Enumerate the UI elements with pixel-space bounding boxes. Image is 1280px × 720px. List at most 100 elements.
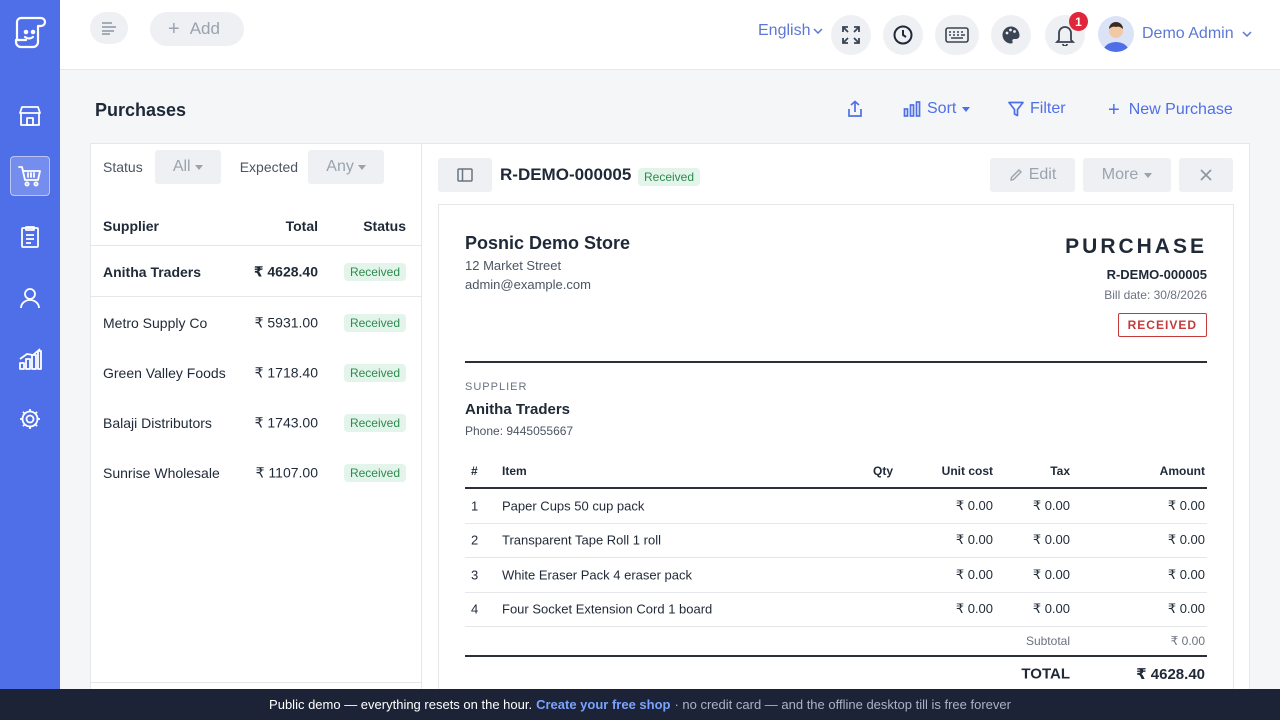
item-unit-cost: ₹ 0.00: [955, 601, 993, 617]
table-row: 4 Four Socket Extension Cord 1 board ₹ 0…: [465, 593, 1207, 627]
list-header: Supplier Total Status: [91, 206, 422, 246]
filter-label: Filter: [1030, 100, 1066, 117]
plus-icon: +: [1108, 99, 1120, 121]
item-number: 1: [471, 498, 479, 514]
item-tax: ₹ 0.00: [1032, 497, 1070, 513]
item-name: White Eraser Pack 4 eraser pack: [502, 567, 693, 583]
purchase-status-badge: Received: [638, 168, 701, 186]
nav-reports-clipboard-icon[interactable]: [10, 217, 50, 257]
clock-icon: [893, 25, 913, 45]
total-label: TOTAL: [1021, 665, 1070, 683]
purchase-detail-panel: R-DEMO-000005 Received Edit More Posnic …: [421, 143, 1250, 694]
banner-tail: · no credit card — and the offline deskt…: [674, 697, 1011, 712]
col-unit-cost-header: Unit cost: [941, 464, 993, 478]
list-item[interactable]: Green Valley Foods ₹ 1718.40 Received: [91, 348, 422, 398]
list-filters: Status All Expected Any: [103, 150, 385, 184]
more-label: More: [1101, 166, 1139, 183]
nav-purchases-cart-icon[interactable]: [10, 156, 50, 196]
banner-text: Public demo — everything resets on the h…: [269, 697, 533, 712]
export-button[interactable]: [847, 100, 863, 118]
purchase-id: R-DEMO-000005: [500, 165, 632, 184]
item-amount: ₹ 0.00: [1167, 566, 1205, 582]
supplier-column-header[interactable]: Supplier: [103, 218, 159, 234]
received-stamp: RECEIVED: [1117, 313, 1207, 337]
purchase-document: Posnic Demo Store 12 Market Street admin…: [438, 204, 1234, 694]
sidebar-toggle-icon: [457, 168, 473, 182]
caret-down-icon: [1144, 172, 1153, 178]
list-item[interactable]: Anitha Traders ₹ 4628.40 Received: [91, 247, 422, 297]
avatar-person-icon: [1103, 22, 1129, 52]
expected-filter-select[interactable]: Any: [308, 150, 385, 184]
more-button[interactable]: More: [1083, 158, 1171, 192]
table-row: 2 Transparent Tape Roll 1 roll ₹ 0.00 ₹ …: [465, 524, 1207, 558]
close-button[interactable]: [1179, 158, 1233, 192]
col-item-header: Item: [502, 464, 527, 478]
user-menu[interactable]: Demo Admin: [1098, 16, 1252, 52]
row-status-badge: Received: [343, 414, 406, 432]
total-value: ₹ 4628.40: [1136, 666, 1205, 683]
item-amount: ₹ 0.00: [1167, 532, 1205, 548]
item-name: Transparent Tape Roll 1 roll: [502, 532, 661, 548]
app-logo-icon[interactable]: [11, 12, 49, 50]
plus-icon: +: [168, 18, 180, 40]
row-supplier: Anitha Traders: [103, 263, 202, 280]
status-column-header[interactable]: Status: [363, 218, 406, 234]
total-row: TOTAL ₹ 4628.40: [465, 657, 1207, 691]
chevron-down-icon: [813, 28, 824, 34]
row-status-badge: Received: [343, 364, 406, 382]
nav-customers-user-icon[interactable]: [10, 278, 50, 318]
notifications-button[interactable]: 1: [1045, 12, 1088, 55]
quick-add-button[interactable]: + Add: [150, 12, 244, 46]
menu-toggle-button[interactable]: [90, 12, 128, 44]
notification-count-badge: 1: [1069, 12, 1088, 31]
chevron-down-icon: [1242, 31, 1252, 37]
status-filter-select[interactable]: All: [154, 150, 221, 184]
share-upload-icon: [848, 100, 862, 117]
item-number: 2: [471, 532, 479, 548]
fullscreen-button[interactable]: [831, 15, 871, 55]
caret-down-icon: [194, 164, 203, 170]
item-number: 3: [471, 567, 479, 583]
theme-button[interactable]: [991, 15, 1031, 55]
filter-button[interactable]: Filter: [1008, 100, 1066, 118]
menu-lines-icon: [102, 22, 116, 35]
row-total: ₹ 1107.00: [255, 464, 318, 481]
avatar: [1098, 16, 1134, 52]
store-name: Posnic Demo Store: [465, 233, 631, 253]
store-email: admin@example.com: [465, 277, 591, 292]
palette-icon: [1002, 26, 1020, 44]
total-column-header[interactable]: Total: [286, 218, 318, 234]
create-shop-link[interactable]: Create your free shop: [536, 697, 670, 712]
sort-button[interactable]: Sort: [903, 100, 971, 118]
col-amount-header: Amount: [1159, 464, 1205, 478]
edit-button[interactable]: Edit: [990, 158, 1075, 192]
row-supplier: Green Valley Foods: [103, 365, 226, 381]
toggle-list-button[interactable]: [438, 158, 492, 192]
caret-down-icon: [357, 164, 366, 170]
funnel-icon: [1008, 101, 1024, 117]
nav-analytics-chart-icon[interactable]: [10, 339, 50, 379]
close-icon: [1200, 169, 1212, 181]
history-button[interactable]: [883, 15, 923, 55]
new-purchase-button[interactable]: + New Purchase: [1108, 100, 1233, 120]
expected-filter-value: Any: [326, 158, 354, 175]
keyboard-shortcuts-button[interactable]: [935, 15, 979, 55]
item-unit-cost: ₹ 0.00: [955, 497, 993, 513]
row-supplier: Metro Supply Co: [103, 315, 208, 331]
list-item[interactable]: Metro Supply Co ₹ 5931.00 Received: [91, 298, 422, 348]
item-tax: ₹ 0.00: [1032, 532, 1070, 548]
list-item[interactable]: Balaji Distributors ₹ 1743.00 Received: [91, 398, 422, 448]
nav-store-icon[interactable]: [10, 96, 50, 136]
list-item[interactable]: Sunrise Wholesale ₹ 1107.00 Received: [91, 448, 422, 498]
user-name: Demo Admin: [1142, 25, 1234, 42]
row-status-badge: Received: [343, 262, 406, 281]
divider: [465, 361, 1207, 363]
row-total: ₹ 1743.00: [254, 414, 318, 431]
store-address: 12 Market Street: [465, 258, 562, 273]
keyboard-icon: [945, 27, 969, 43]
nav-settings-gear-icon[interactable]: [10, 399, 50, 439]
supplier-name: Anitha Traders: [465, 401, 571, 418]
language-select[interactable]: English: [758, 22, 824, 40]
status-filter-label: Status: [103, 159, 143, 175]
row-status-badge: Received: [343, 314, 406, 332]
